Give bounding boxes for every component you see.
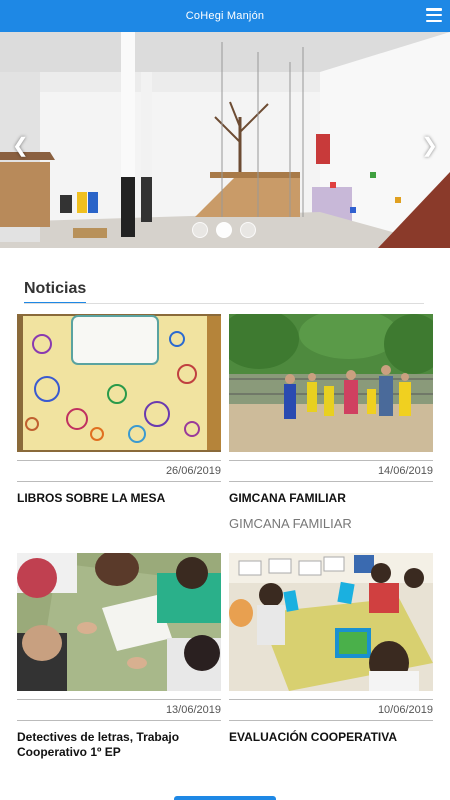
news-card-image[interactable] [229, 314, 433, 452]
section-title: Noticias [24, 280, 87, 304]
news-card-image[interactable] [17, 314, 221, 452]
app-title: CoHegi Manjón [185, 10, 265, 22]
news-date: 14/06/2019 [377, 465, 433, 477]
news-card[interactable]: 13/06/2019 Detectives de letras, Trabajo… [17, 553, 221, 760]
news-card-image[interactable] [229, 553, 433, 691]
carousel-next-icon[interactable]: ❯ [421, 136, 438, 156]
carousel-prev-icon[interactable]: ❮ [12, 136, 29, 156]
app-header: CoHegi Manjón [0, 0, 450, 32]
card-divider [229, 481, 433, 482]
news-title[interactable]: GIMCANA FAMILIAR [229, 491, 433, 506]
card-divider [229, 699, 433, 700]
card-divider [17, 460, 221, 461]
news-date: 26/06/2019 [165, 465, 221, 477]
card-divider [229, 720, 433, 721]
card-divider [17, 481, 221, 482]
carousel-dot-active[interactable] [216, 222, 232, 238]
news-card[interactable]: 14/06/2019 GIMCANA FAMILIAR GIMCANA FAMI… [229, 314, 433, 531]
carousel-dot[interactable] [240, 222, 256, 238]
news-date: 13/06/2019 [165, 704, 221, 716]
news-card[interactable]: 26/06/2019 LIBROS SOBRE LA MESA [17, 314, 221, 506]
news-card[interactable]: 10/06/2019 EVALUACIÓN COOPERATIVA [229, 553, 433, 745]
carousel-dot[interactable] [192, 222, 208, 238]
card-divider [17, 720, 221, 721]
load-more-button[interactable] [174, 796, 276, 800]
news-title[interactable]: Detectives de letras, Trabajo Cooperativ… [17, 730, 221, 760]
card-divider [17, 699, 221, 700]
news-subtitle: GIMCANA FAMILIAR [229, 516, 352, 531]
news-title[interactable]: EVALUACIÓN COOPERATIVA [229, 730, 433, 745]
carousel-indicators [192, 222, 256, 238]
image-carousel[interactable]: ❮ ❯ [0, 32, 450, 248]
news-title[interactable]: LIBROS SOBRE LA MESA [17, 491, 221, 506]
news-date: 10/06/2019 [377, 704, 433, 716]
carousel-slide-image [0, 32, 450, 248]
card-divider [229, 460, 433, 461]
news-card-image[interactable] [17, 553, 221, 691]
hamburger-menu-icon[interactable] [426, 8, 442, 22]
section-divider [24, 303, 424, 304]
